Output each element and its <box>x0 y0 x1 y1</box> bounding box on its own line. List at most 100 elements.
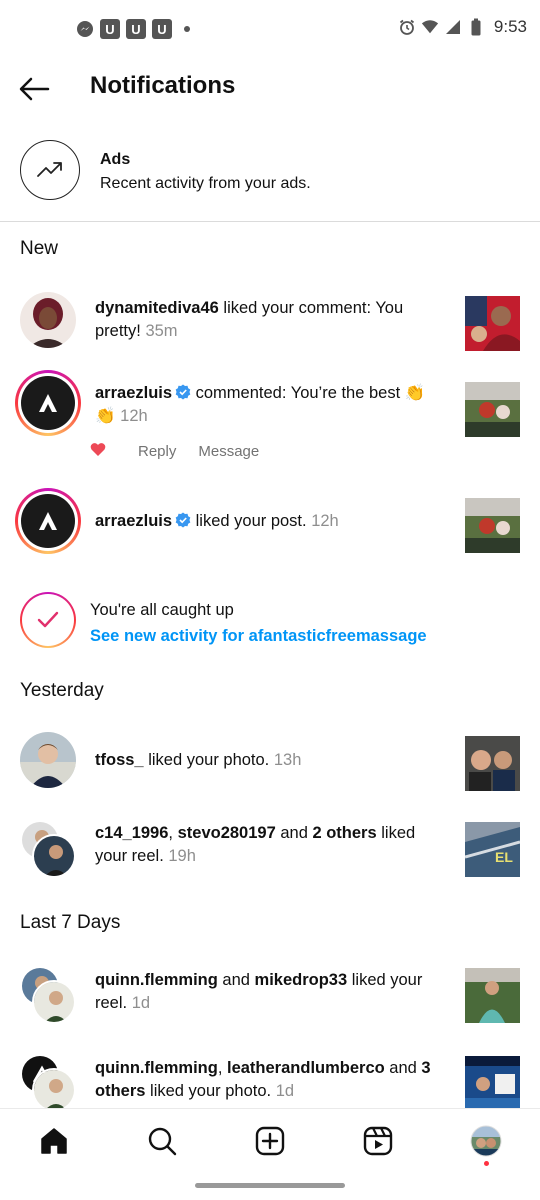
notification-text: c14_1996, stevo280197 and 2 others liked… <box>95 822 445 868</box>
caught-up-ring <box>20 592 76 648</box>
back-arrow-icon <box>19 77 50 101</box>
post-thumbnail[interactable] <box>465 498 520 553</box>
reel-thumbnail[interactable]: EL <box>465 822 520 877</box>
section-title-new: New <box>20 238 59 259</box>
avatar-story-ring[interactable] <box>15 488 81 554</box>
username[interactable]: mikedrop33 <box>255 971 348 989</box>
notification-item[interactable]: dynamitediva46 liked your comment: You p… <box>0 290 540 352</box>
notification-message: liked your photo. <box>143 751 274 769</box>
like-comment-button[interactable] <box>90 442 106 461</box>
message-button[interactable]: Message <box>198 443 259 460</box>
notification-dot-icon <box>184 26 190 32</box>
signal-icon <box>444 18 462 36</box>
svg-text:EL: EL <box>495 849 513 865</box>
search-icon <box>148 1127 177 1156</box>
group-avatar[interactable] <box>20 966 78 1024</box>
header: Notifications <box>0 58 540 118</box>
nav-profile-button[interactable] <box>470 1125 502 1157</box>
u-app-icon: U <box>152 19 172 39</box>
nav-home-button[interactable] <box>38 1125 70 1157</box>
notification-item[interactable]: c14_1996, stevo280197 and 2 others liked… <box>0 820 540 880</box>
status-time: 9:53 <box>493 17 527 36</box>
notification-time: 12h <box>311 512 339 530</box>
nav-reels-button[interactable] <box>362 1125 394 1157</box>
post-thumbnail[interactable] <box>465 296 520 351</box>
u-app-icon: U <box>100 19 120 39</box>
notification-item[interactable]: quinn.flemming, leatherandlumberco and 3… <box>0 1054 540 1110</box>
username[interactable]: dynamitediva46 <box>95 299 219 317</box>
status-left-icons: U U U <box>76 19 190 39</box>
alarm-icon <box>398 18 416 36</box>
nav-create-button[interactable] <box>254 1125 286 1157</box>
username[interactable]: stevo280197 <box>178 824 276 842</box>
notification-text: arraezluis commented: You’re the best 👏👏… <box>95 382 445 428</box>
notification-item[interactable]: tfoss_ liked your photo. 13h <box>0 732 540 792</box>
profile-avatar <box>470 1125 502 1157</box>
username[interactable]: arraezluis <box>95 384 172 402</box>
profile-notification-dot <box>484 1161 489 1166</box>
status-bar: U U U 9:53 <box>0 0 540 58</box>
wifi-icon <box>421 18 439 36</box>
avatar[interactable] <box>20 732 76 788</box>
avatar <box>21 376 75 430</box>
others-count[interactable]: 2 others <box>312 824 376 842</box>
reels-icon <box>363 1126 393 1156</box>
separator-text: , <box>168 824 178 842</box>
page-title: Notifications <box>90 72 236 99</box>
notification-text: quinn.flemming and mikedrop33 liked your… <box>95 969 445 1015</box>
brand-logo-icon <box>39 394 57 412</box>
notification-item[interactable]: arraezluis liked your post. 12h <box>0 488 540 558</box>
avatar-story-ring[interactable] <box>15 370 81 436</box>
ads-activity-row[interactable]: Ads Recent activity from your ads. <box>0 140 540 206</box>
comment-actions: Reply Message <box>90 442 259 461</box>
ads-subtitle: Recent activity from your ads. <box>100 175 311 192</box>
notification-text: dynamitediva46 liked your comment: You p… <box>95 297 445 343</box>
notification-text: arraezluis liked your post. 12h <box>95 510 445 533</box>
checkmark-icon <box>37 611 59 628</box>
reply-button[interactable]: Reply <box>138 443 176 460</box>
avatar <box>32 1068 76 1110</box>
notification-time: 35m <box>145 322 178 340</box>
notification-time: 13h <box>273 751 302 769</box>
bottom-navigation <box>0 1108 540 1172</box>
notification-text: quinn.flemming, leatherandlumberco and 3… <box>95 1057 445 1103</box>
notification-item[interactable]: arraezluis commented: You’re the best 👏👏… <box>0 370 540 470</box>
home-icon <box>41 1128 67 1154</box>
see-new-activity-link[interactable]: See new activity for afantasticfreemassa… <box>90 627 427 646</box>
notification-message: liked your photo. <box>145 1082 276 1100</box>
create-post-icon <box>255 1126 285 1156</box>
avatar[interactable] <box>20 292 76 348</box>
username[interactable]: leatherandlumberco <box>227 1059 385 1077</box>
nav-search-button[interactable] <box>146 1125 178 1157</box>
username[interactable]: c14_1996 <box>95 824 168 842</box>
conjunction-text: and <box>384 1059 422 1077</box>
separator-text: , <box>217 1059 227 1077</box>
caught-up-title: You're all caught up <box>90 601 234 619</box>
post-thumbnail[interactable] <box>465 1056 520 1110</box>
username[interactable]: quinn.flemming <box>95 971 218 989</box>
divider <box>0 221 540 222</box>
reel-thumbnail[interactable] <box>465 968 520 1023</box>
brand-logo-icon <box>39 512 57 530</box>
post-thumbnail[interactable] <box>465 736 520 791</box>
avatar <box>21 494 75 548</box>
group-avatar[interactable] <box>20 820 78 878</box>
avatar <box>32 980 76 1024</box>
section-title-last-7-days: Last 7 Days <box>20 912 121 933</box>
notification-time: 1d <box>131 994 151 1012</box>
verified-badge-icon <box>175 384 191 400</box>
group-avatar[interactable] <box>20 1054 78 1110</box>
post-thumbnail[interactable] <box>465 382 520 437</box>
back-button[interactable] <box>18 72 52 106</box>
username[interactable]: arraezluis <box>95 512 172 530</box>
u-app-icon: U <box>126 19 146 39</box>
section-title-yesterday: Yesterday <box>20 680 104 701</box>
username[interactable]: quinn.flemming <box>95 1059 218 1077</box>
ads-trend-icon-circle <box>20 140 80 200</box>
notification-item[interactable]: quinn.flemming and mikedrop33 liked your… <box>0 966 540 1028</box>
home-indicator[interactable] <box>195 1183 345 1188</box>
avatar <box>32 834 76 878</box>
username[interactable]: tfoss_ <box>95 751 144 769</box>
battery-icon <box>467 18 485 36</box>
notification-text: tfoss_ liked your photo. 13h <box>95 749 445 772</box>
